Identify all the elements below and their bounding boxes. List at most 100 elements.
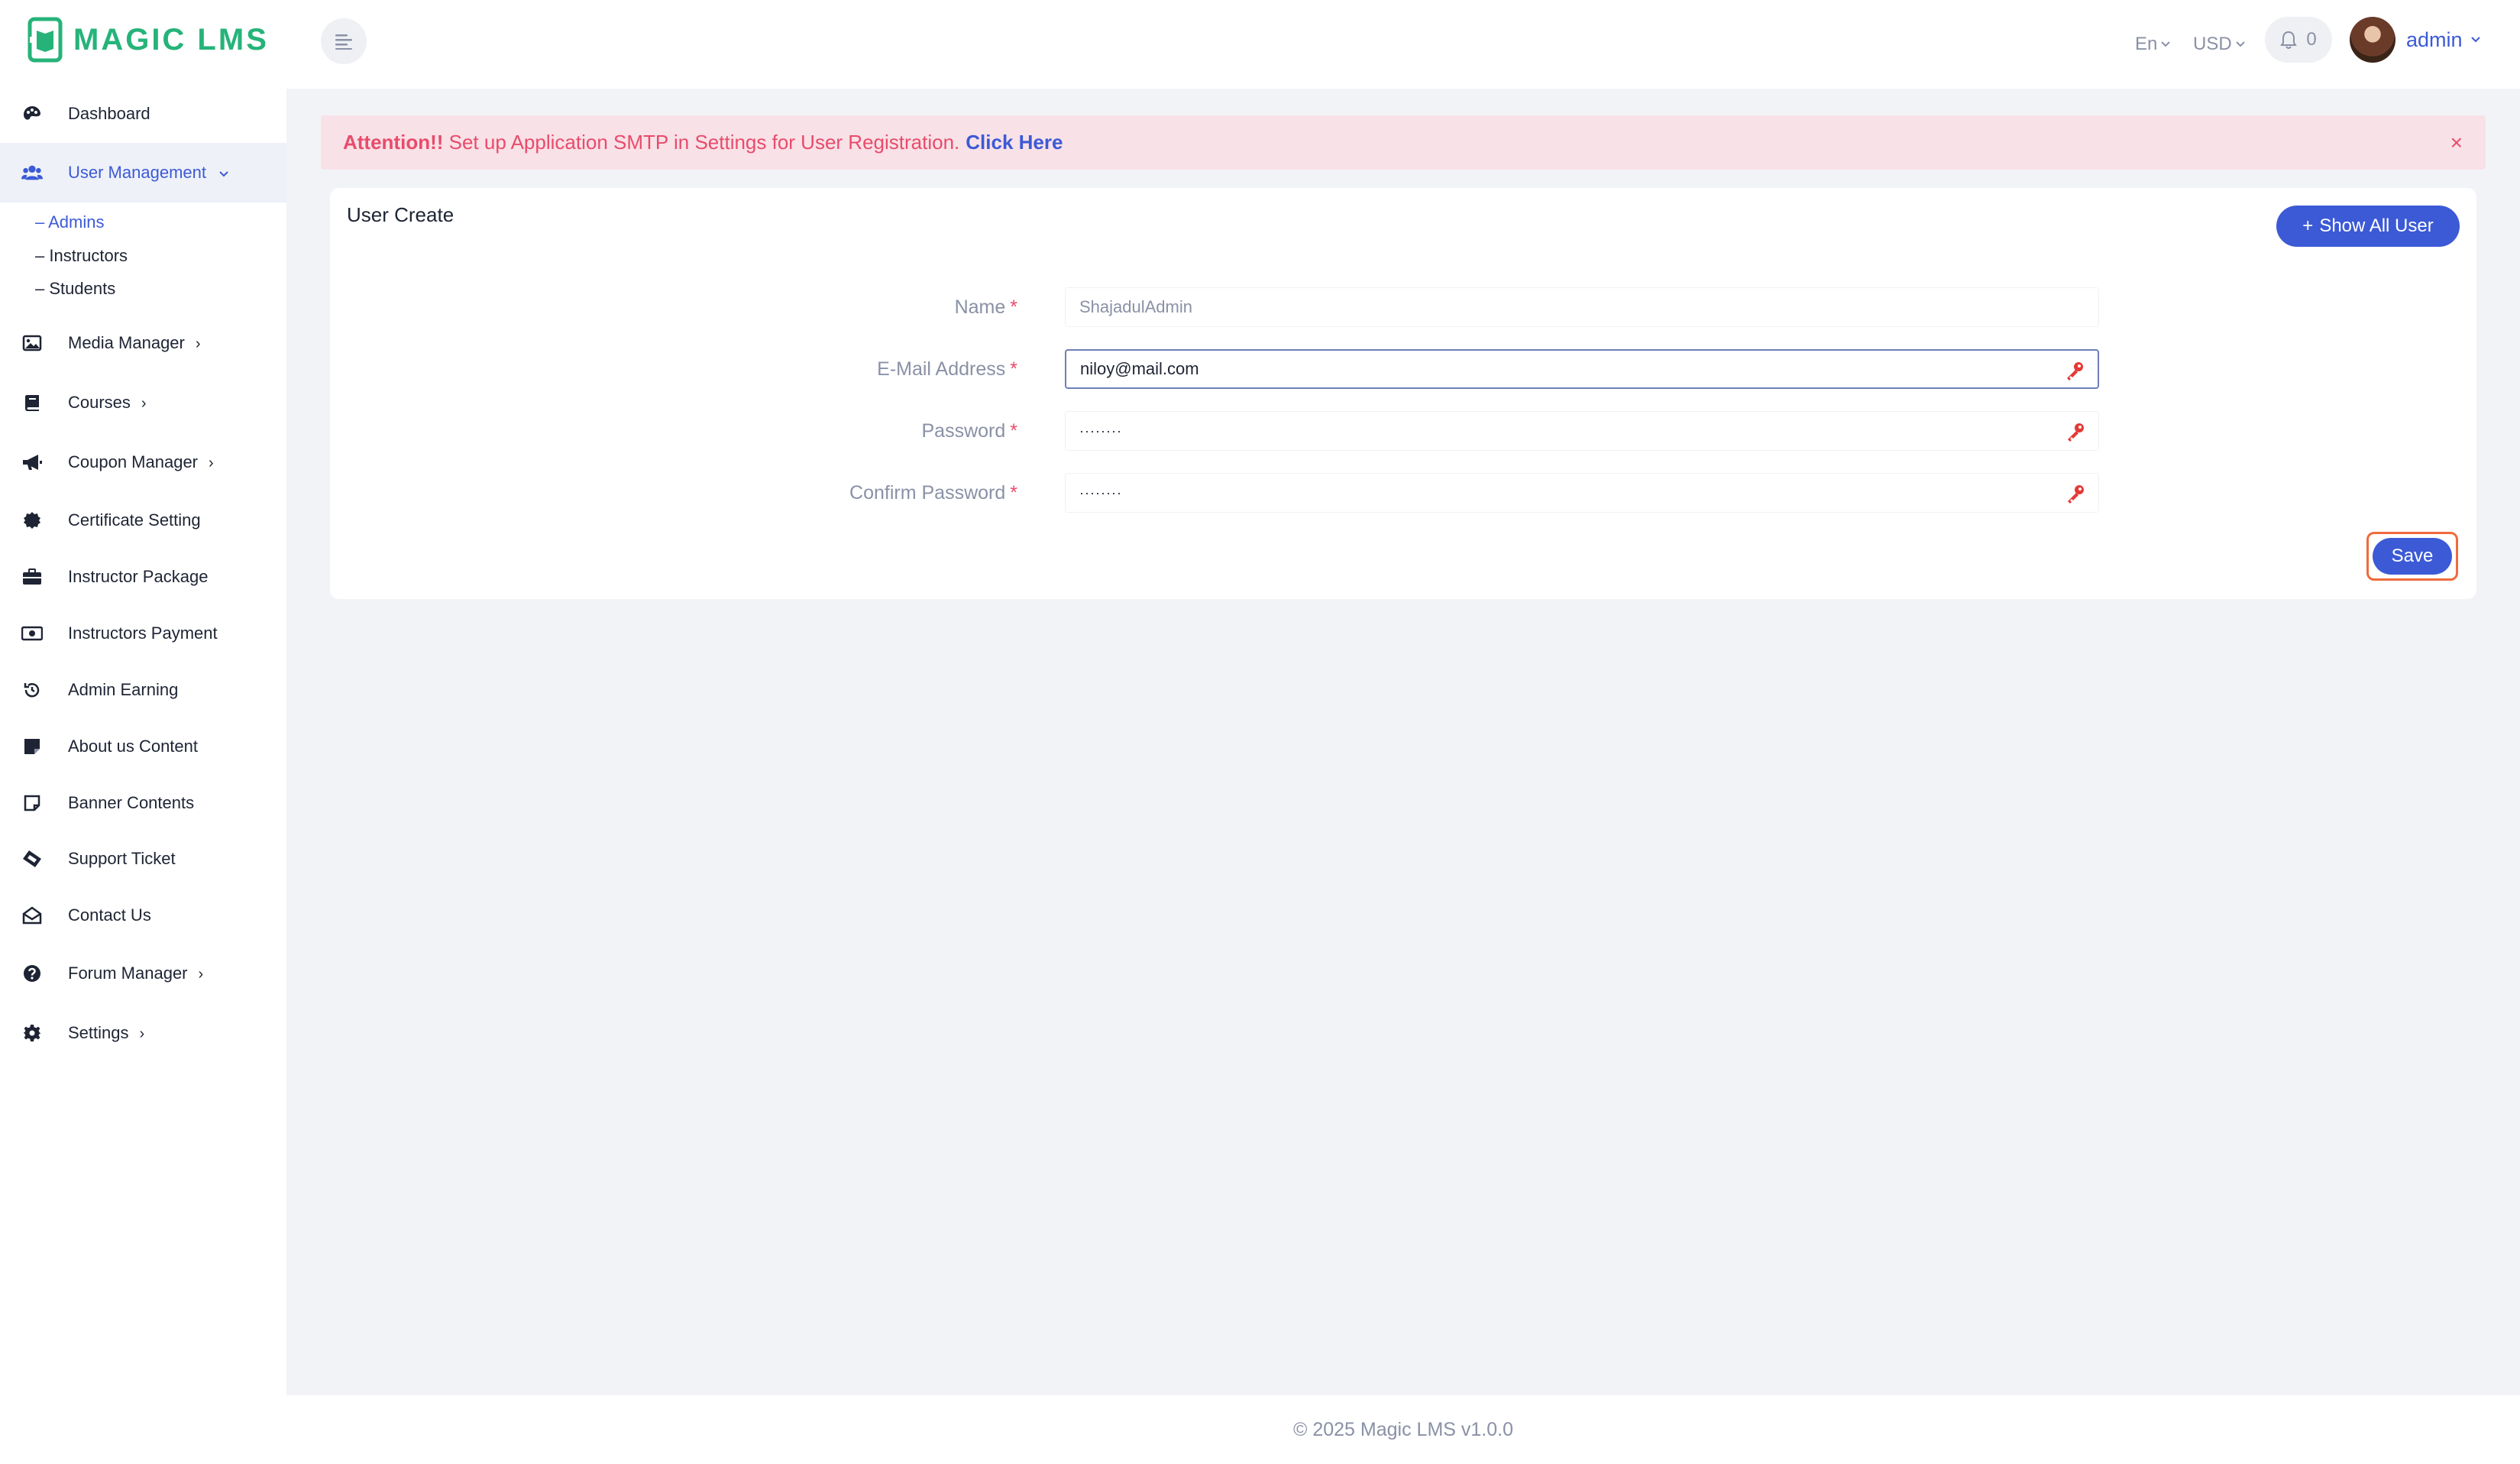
user-create-card: User Create + Show All User Name * Shajad… xyxy=(330,188,2476,599)
user-menu[interactable]: admin xyxy=(2406,0,2481,79)
alert-prefix: Attention!! xyxy=(343,131,444,154)
align-left-icon xyxy=(335,34,352,50)
sidebar-item-label: Courses › xyxy=(68,393,147,412)
confirm-password-input[interactable]: ········ xyxy=(1065,473,2099,513)
chevron-down-icon xyxy=(2161,41,2171,47)
money-icon xyxy=(21,623,43,644)
chevron-right-icon: › xyxy=(209,455,214,471)
chevron-down-icon xyxy=(2235,41,2245,47)
sidebar-subitem-admins[interactable]: – Admins xyxy=(35,212,105,232)
sidebar-item-forum-manager[interactable]: Forum Manager › xyxy=(0,944,286,1002)
sidebar: Dashboard User Management – Admins – Ins… xyxy=(0,89,286,1464)
save-button[interactable]: Save xyxy=(2373,538,2452,575)
sidebar-item-label: Support Ticket xyxy=(68,849,176,868)
sticky-note-icon xyxy=(21,736,43,757)
email-value: niloy@mail.com xyxy=(1080,359,1199,378)
card-title: User Create xyxy=(347,203,455,226)
sidebar-item-user-management[interactable]: User Management xyxy=(0,143,286,202)
show-all-user-label: Show All User xyxy=(2319,215,2434,236)
language-value: En xyxy=(2135,34,2158,54)
alert-link[interactable]: Click Here xyxy=(966,131,1063,154)
top-header: MAGIC LMS En USD 0 admin xyxy=(0,0,2520,89)
menu-toggle-button[interactable] xyxy=(321,18,367,64)
sidebar-item-media-manager[interactable]: Media Manager › xyxy=(0,314,286,372)
footer: © 2025 Magic LMS v1.0.0 xyxy=(286,1395,2520,1464)
sidebar-item-label: User Management xyxy=(68,163,229,183)
sidebar-item-about-us-content[interactable]: About us Content xyxy=(0,717,286,776)
sidebar-item-settings[interactable]: Settings › xyxy=(0,1004,286,1062)
sidebar-item-label: Dashboard xyxy=(68,104,150,123)
sidebar-item-label: Banner Contents xyxy=(68,793,195,812)
confirm-password-value: ········ xyxy=(1079,484,1122,500)
currency-selector[interactable]: USD xyxy=(2193,0,2246,89)
sidebar-item-label: About us Content xyxy=(68,737,199,756)
required-mark: * xyxy=(1010,419,1017,442)
confirm-password-row: Confirm Password * ········ xyxy=(330,473,2476,513)
sidebar-item-banner-contents[interactable]: Banner Contents xyxy=(0,774,286,832)
sidebar-item-label: Certificate Setting xyxy=(68,510,201,530)
chevron-right-icon: › xyxy=(141,395,147,412)
required-mark: * xyxy=(1010,358,1017,380)
email-row: E-Mail Address * niloy@mail.com xyxy=(330,349,2476,389)
language-selector[interactable]: En xyxy=(2135,0,2171,89)
show-all-user-button[interactable]: + Show All User xyxy=(2276,206,2460,247)
close-icon[interactable]: × xyxy=(2450,131,2463,155)
name-label: Name * xyxy=(954,296,1017,318)
sidebar-item-label: Coupon Manager › xyxy=(68,452,214,471)
sidebar-item-courses[interactable]: Courses › xyxy=(0,374,286,432)
plus-icon: + xyxy=(2302,215,2314,236)
email-label: E-Mail Address * xyxy=(877,358,1017,380)
chevron-down-icon xyxy=(2470,37,2480,43)
sidebar-item-label: Contact Us xyxy=(68,905,151,925)
alert-message: Set up Application SMTP in Settings for … xyxy=(443,131,960,154)
sidebar-item-label: Settings › xyxy=(68,1023,145,1042)
notifications-button[interactable]: 0 xyxy=(2265,17,2332,63)
sidebar-item-dashboard[interactable]: Dashboard xyxy=(0,85,286,143)
bell-icon xyxy=(2280,31,2298,49)
brand-logo[interactable]: MAGIC LMS xyxy=(27,17,269,63)
book-icon xyxy=(21,392,43,413)
users-icon xyxy=(21,162,43,183)
footer-copyright: © 2025 Magic LMS v1.0.0 xyxy=(1292,1418,1513,1440)
sidebar-item-certificate-setting[interactable]: Certificate Setting xyxy=(0,491,286,549)
sidebar-item-label: Media Manager › xyxy=(68,333,201,352)
history-icon xyxy=(21,679,43,701)
confirm-password-label: Confirm Password * xyxy=(849,481,1017,504)
email-input[interactable]: niloy@mail.com xyxy=(1065,349,2099,389)
currency-value: USD xyxy=(2193,34,2232,54)
sidebar-item-contact-us[interactable]: Contact Us xyxy=(0,886,286,944)
sidebar-item-instructor-package[interactable]: Instructor Package xyxy=(0,548,286,606)
sidebar-item-support-ticket[interactable]: Support Ticket xyxy=(0,830,286,888)
sidebar-subitem-instructors[interactable]: – Instructors xyxy=(35,246,128,266)
name-value: ShajadulAdmin xyxy=(1079,297,1192,316)
envelope-open-icon xyxy=(21,905,43,926)
megaphone-icon xyxy=(21,452,43,473)
sidebar-item-coupon-manager[interactable]: Coupon Manager › xyxy=(0,433,286,491)
image-icon xyxy=(21,332,43,354)
chevron-down-icon xyxy=(219,171,228,177)
key-icon xyxy=(2068,423,2084,442)
chevron-right-icon: › xyxy=(198,966,204,983)
save-button-highlight: Save xyxy=(2366,532,2458,581)
ticket-icon xyxy=(21,848,43,870)
briefcase-icon xyxy=(21,566,43,588)
palette-icon xyxy=(21,103,43,125)
required-mark: * xyxy=(1010,481,1017,504)
required-mark: * xyxy=(1010,296,1017,318)
name-input[interactable]: ShajadulAdmin xyxy=(1065,287,2099,327)
sidebar-subitem-students[interactable]: – Students xyxy=(35,279,115,299)
chevron-right-icon: › xyxy=(139,1025,145,1042)
key-icon xyxy=(2067,362,2083,381)
question-circle-icon xyxy=(21,963,43,984)
sidebar-item-label: Instructors Payment xyxy=(68,623,218,643)
user-name: admin xyxy=(2406,28,2463,51)
sidebar-item-label: Admin Earning xyxy=(68,680,179,699)
password-value: ········ xyxy=(1079,423,1122,439)
sidebar-item-instructors-payment[interactable]: Instructors Payment xyxy=(0,604,286,662)
chevron-right-icon: › xyxy=(195,335,201,352)
user-avatar[interactable] xyxy=(2350,17,2395,63)
sidebar-item-admin-earning[interactable]: Admin Earning xyxy=(0,661,286,719)
book-logo-icon xyxy=(27,17,63,63)
brand-name: MAGIC LMS xyxy=(73,22,269,57)
password-input[interactable]: ········ xyxy=(1065,411,2099,451)
